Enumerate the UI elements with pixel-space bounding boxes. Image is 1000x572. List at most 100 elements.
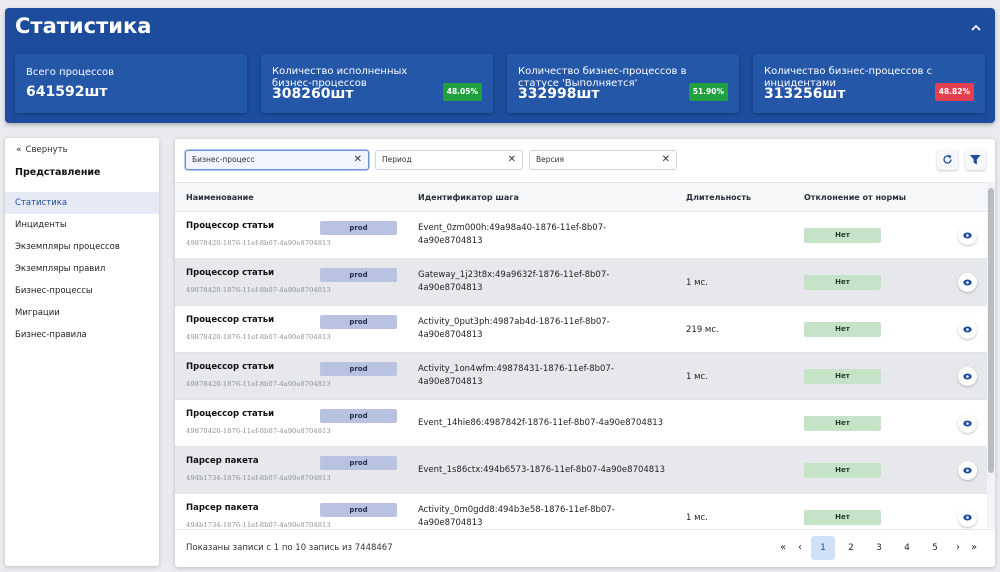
deviation-badge: Нет [804, 369, 881, 384]
table-row[interactable]: Процессор статьи prod 49878420-1876-11ef… [175, 306, 987, 353]
percent-badge: 51.90% [688, 83, 728, 101]
page-button-1[interactable]: 1 [811, 536, 835, 560]
env-badge: prod [320, 456, 397, 470]
table-row[interactable]: Процессор статьи prod 49878420-1876-11ef… [175, 400, 987, 447]
stat-label: Всего процессов [26, 67, 115, 78]
process-name: Процессор статьи [186, 221, 275, 231]
page-button-5[interactable]: 5 [923, 536, 947, 560]
sidebar-item-statistics[interactable]: Статистика [5, 192, 159, 214]
process-id: 49878420-1876-11ef-8b07-4a90e8704813 [186, 286, 331, 294]
eye-icon [963, 232, 972, 239]
duration: 1 мс. [686, 513, 708, 523]
stat-card-completed: Количество исполненных бизнес-процессов … [261, 54, 493, 113]
double-chevron-left-icon: « [16, 145, 22, 155]
records-summary: Показаны записи с 1 по 10 запись из 7448… [186, 543, 393, 553]
table-row[interactable]: Процессор статьи prod 49878420-1876-11ef… [175, 212, 987, 259]
stat-card-total: Всего процессов 641592шт [15, 54, 247, 113]
clear-icon[interactable]: ✕ [354, 151, 362, 169]
view-button[interactable] [958, 367, 977, 386]
process-name: Парсер пакета [186, 456, 259, 466]
scrollbar-thumb[interactable] [988, 188, 994, 473]
percent-badge: 48.82% [934, 83, 974, 101]
table-row[interactable]: Процессор статьи prod 49878420-1876-11ef… [175, 259, 987, 306]
view-button[interactable] [958, 508, 977, 527]
table-row[interactable]: Парсер пакета prod 494b1734-1876-11ef-8b… [175, 447, 987, 494]
process-id: 49878420-1876-11ef-8b07-4a90e8704813 [186, 239, 331, 247]
page-button-3[interactable]: 3 [867, 536, 891, 560]
refresh-button[interactable] [937, 149, 958, 170]
process-name: Процессор статьи [186, 315, 275, 325]
step-id: Event_14hie86:4987842f-1876-11ef-8b07-4a… [418, 418, 664, 428]
view-button[interactable] [958, 273, 977, 292]
sidebar-item-migrations[interactable]: Миграции [5, 302, 159, 324]
main-panel: Бизнес-процесс ✕ Период ✕ Версия ✕ Наиме… [175, 139, 995, 567]
page-title: Статистика [15, 14, 152, 38]
process-name: Парсер пакета [186, 503, 259, 513]
chevron-up-icon[interactable] [969, 21, 983, 35]
duration: 219 мс. [686, 325, 719, 335]
filter-placeholder: Период [382, 155, 412, 164]
eye-icon [963, 326, 972, 333]
step-id: Activity_0put3ph:4987ab4d-1876-11ef-8b07… [418, 317, 610, 340]
process-name: Процессор статьи [186, 409, 275, 419]
step-id: Activity_0m0gdd8:494b3e58-1876-11ef-8b07… [418, 505, 615, 528]
deviation-badge: Нет [804, 228, 881, 243]
sidebar-item-business-processes[interactable]: Бизнес-процессы [5, 280, 159, 302]
sidebar-heading: Представление [15, 167, 101, 178]
filter-version[interactable]: Версия ✕ [529, 150, 677, 170]
column-header-name[interactable]: Наименование [186, 193, 254, 202]
collapse-label: Свернуть [25, 145, 68, 155]
sidebar-item-process-instances[interactable]: Экземпляры процессов [5, 236, 159, 258]
stat-value: 308260шт [272, 86, 354, 102]
eye-icon [963, 467, 972, 474]
sidebar-item-rule-instances[interactable]: Экземпляры правил [5, 258, 159, 280]
process-id: 49878420-1876-11ef-8b07-4a90e8704813 [186, 333, 331, 341]
table-row[interactable]: Процессор статьи prod 49878420-1876-11ef… [175, 353, 987, 400]
collapse-sidebar-button[interactable]: «Свернуть [16, 145, 68, 155]
deviation-badge: Нет [804, 510, 881, 525]
eye-icon [963, 373, 972, 380]
last-page-button[interactable]: » [962, 536, 986, 560]
eye-icon [963, 279, 972, 286]
env-badge: prod [320, 409, 397, 423]
stat-value: 332998шт [518, 86, 600, 102]
process-id: 494b1734-1876-11ef-8b07-4a90e8704813 [186, 474, 331, 482]
column-header-duration[interactable]: Длительность [686, 193, 751, 202]
env-badge: prod [320, 503, 397, 517]
table-footer: Показаны записи с 1 по 10 запись из 7448… [175, 529, 995, 567]
eye-icon [963, 420, 972, 427]
filter-settings-icon [970, 154, 981, 165]
env-badge: prod [320, 362, 397, 376]
sidebar: «Свернуть Представление Статистика Инцид… [5, 138, 159, 566]
step-id: Activity_1on4wfm:49878431-1876-11ef-8b07… [418, 364, 614, 387]
filter-placeholder: Версия [536, 155, 565, 164]
sidebar-item-business-rules[interactable]: Бизнес-правила [5, 324, 159, 346]
table-header: Наименование Идентификатор шага Длительн… [175, 182, 987, 212]
page-button-4[interactable]: 4 [895, 536, 919, 560]
sidebar-item-incidents[interactable]: Инциденты [5, 214, 159, 236]
filter-business-process[interactable]: Бизнес-процесс ✕ [185, 150, 369, 170]
clear-icon[interactable]: ✕ [662, 151, 670, 169]
env-badge: prod [320, 268, 397, 282]
column-header-step-id[interactable]: Идентификатор шага [418, 193, 519, 202]
page-button-2[interactable]: 2 [839, 536, 863, 560]
stat-value: 313256шт [764, 86, 846, 102]
view-button[interactable] [958, 320, 977, 339]
env-badge: prod [320, 315, 397, 329]
clear-icon[interactable]: ✕ [508, 151, 516, 169]
process-id: 494b1734-1876-11ef-8b07-4a90e8704813 [186, 521, 331, 529]
filter-settings-button[interactable] [965, 149, 986, 170]
view-button[interactable] [958, 226, 977, 245]
view-button[interactable] [958, 461, 977, 480]
column-header-deviation[interactable]: Отклонение от нормы [804, 193, 906, 202]
stat-card-incidents: Количество бизнес-процессов с инцидентам… [753, 54, 985, 113]
percent-badge: 48.05% [442, 83, 482, 101]
deviation-badge: Нет [804, 416, 881, 431]
filter-period[interactable]: Период ✕ [375, 150, 523, 170]
view-button[interactable] [958, 414, 977, 433]
prev-page-button[interactable]: ‹ [788, 536, 812, 560]
deviation-badge: Нет [804, 275, 881, 290]
refresh-icon [943, 154, 952, 164]
stats-header: Статистика Всего процессов 641592шт Коли… [5, 8, 995, 123]
duration: 1 мс. [686, 372, 708, 382]
